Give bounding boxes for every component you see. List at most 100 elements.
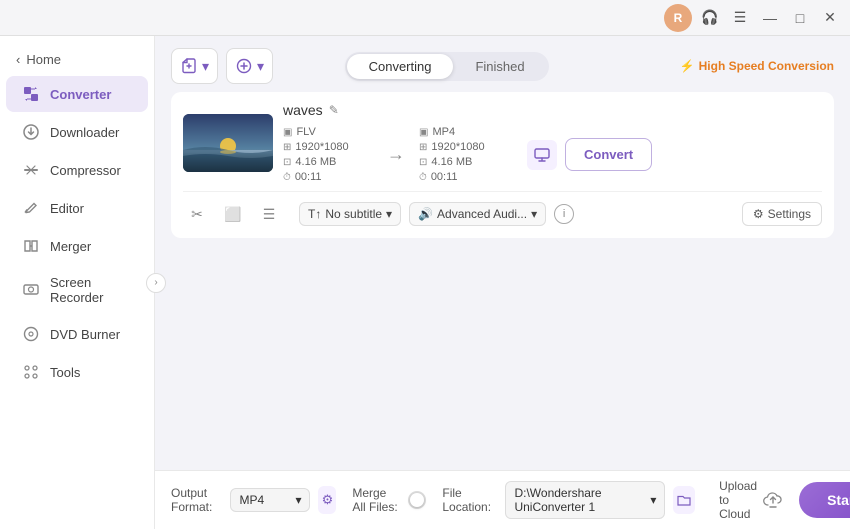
compressor-icon: [22, 161, 40, 179]
sidebar-item-tools[interactable]: Tools: [6, 354, 148, 390]
info-button[interactable]: i: [554, 204, 574, 224]
size-icon: ⊡: [283, 157, 291, 168]
start-all-button[interactable]: Start All: [799, 482, 850, 518]
content-area: ▾ ▾ Converting Finished ⚡ High Speed Con…: [155, 36, 850, 529]
source-resolution: 1920*1080: [295, 141, 348, 153]
add-format-button[interactable]: ▾: [226, 48, 273, 84]
edit-icon[interactable]: ✎: [329, 103, 339, 117]
output-format-label: Output Format:: [171, 486, 222, 514]
sidebar-item-label: Compressor: [50, 163, 121, 178]
sidebar-item-dvd-burner[interactable]: DVD Burner: [6, 316, 148, 352]
audio-icon: 🔊: [418, 207, 433, 221]
cut-icon[interactable]: ✂: [183, 200, 211, 228]
source-size-row: ⊡ 4.16 MB: [283, 156, 373, 168]
tab-converting[interactable]: Converting: [347, 54, 454, 79]
upload-cloud-icon[interactable]: [763, 491, 783, 509]
file-meta-row: ▣ FLV ⊞ 1920*1080 ⊡ 4.16 MB: [283, 126, 822, 183]
settings-label: Settings: [768, 207, 811, 221]
sidebar-item-converter[interactable]: Converter: [6, 76, 148, 112]
target-duration-row: ⏱ 00:11: [419, 171, 509, 183]
output-format-arrow: ▾: [295, 493, 301, 507]
minimize-button[interactable]: —: [758, 6, 782, 30]
merge-label: Merge All Files:: [352, 486, 399, 514]
tools-icon: [22, 363, 40, 381]
target-resolution-row: ⊞ 1920*1080: [419, 141, 509, 153]
sidebar-collapse-button[interactable]: ›: [146, 273, 166, 293]
sidebar-item-screen-recorder[interactable]: Screen Recorder: [6, 266, 148, 314]
source-size: 4.16 MB: [295, 156, 336, 168]
back-icon: ‹: [16, 52, 20, 67]
source-format-row: ▣ FLV: [283, 126, 373, 138]
subtitle-dropdown-arrow: ▾: [386, 207, 392, 221]
sidebar-item-editor[interactable]: Editor: [6, 190, 148, 226]
screen-recorder-icon: [22, 281, 40, 299]
add-buttons: ▾ ▾: [171, 48, 273, 84]
merge-toggle[interactable]: [408, 491, 427, 509]
settings-button[interactable]: ⚙ Settings: [742, 202, 822, 226]
subtitle-select[interactable]: T↑ No subtitle ▾: [299, 202, 401, 226]
audio-value: Advanced Audi...: [437, 207, 527, 221]
output-format-settings-button[interactable]: ⚙: [318, 486, 336, 514]
file-options-row: ✂ ⬜ ☰ T↑ No subtitle ▾ 🔊 Advanced Audi..…: [183, 191, 822, 228]
back-button[interactable]: ‹ Home: [0, 44, 154, 75]
file-list: waves ✎ ▣ FLV ⊞: [155, 92, 850, 470]
tab-switcher: Converting Finished: [345, 52, 549, 81]
file-card: waves ✎ ▣ FLV ⊞: [171, 92, 834, 238]
speed-badge: ⚡ High Speed Conversion: [680, 59, 834, 73]
sidebar-item-merger[interactable]: Merger: [6, 228, 148, 264]
target-format-icon: ▣: [419, 127, 428, 138]
target-resolution-icon: ⊞: [419, 142, 427, 153]
sidebar-item-downloader[interactable]: Downloader: [6, 114, 148, 150]
sidebar-item-label: Merger: [50, 239, 91, 254]
close-button[interactable]: ✕: [818, 6, 842, 30]
sidebar-item-compressor[interactable]: Compressor: [6, 152, 148, 188]
duration-icon: ⏱: [283, 172, 291, 183]
thumbnail-overlay: [183, 152, 273, 172]
speed-label: High Speed Conversion: [699, 59, 834, 73]
merger-icon: [22, 237, 40, 255]
source-format: FLV: [296, 126, 315, 138]
file-location-field: File Location: D:\Wondershare UniConvert…: [442, 481, 695, 519]
merge-field: Merge All Files:: [352, 486, 426, 514]
file-location-value: D:\Wondershare UniConverter 1: [514, 486, 646, 514]
main-layout: ‹ Home Converter Downloader: [0, 36, 850, 529]
downloader-icon: [22, 123, 40, 141]
convert-button[interactable]: Convert: [565, 138, 652, 171]
file-header: waves ✎ ▣ FLV ⊞: [183, 102, 822, 183]
audio-dropdown-arrow: ▾: [531, 207, 537, 221]
settings-gear-icon: ⚙: [753, 207, 764, 221]
tab-finished[interactable]: Finished: [453, 54, 546, 79]
converter-icon: [22, 85, 40, 103]
add-file-button[interactable]: ▾: [171, 48, 218, 84]
output-device-button[interactable]: [527, 140, 557, 170]
source-duration-row: ⏱ 00:11: [283, 171, 373, 183]
user-avatar: R: [664, 4, 692, 32]
audio-select[interactable]: 🔊 Advanced Audi... ▾: [409, 202, 546, 226]
target-size-icon: ⊡: [419, 157, 427, 168]
file-location-arrow: ▾: [650, 493, 656, 507]
dvd-burner-icon: [22, 325, 40, 343]
subtitle-value: No subtitle: [325, 207, 382, 221]
menu-icon[interactable]: ☰: [728, 6, 752, 30]
upload-cloud-field: Upload to Cloud: [719, 479, 783, 521]
file-location-select[interactable]: D:\Wondershare UniConverter 1 ▾: [505, 481, 665, 519]
sidebar-item-label: Downloader: [50, 125, 119, 140]
resolution-icon: ⊞: [283, 142, 291, 153]
target-format-row: ▣ MP4: [419, 126, 509, 138]
sidebar-item-label: Tools: [50, 365, 80, 380]
crop-icon[interactable]: ⬜: [219, 200, 247, 228]
target-duration-icon: ⏱: [419, 172, 427, 183]
editor-icon: [22, 199, 40, 217]
maximize-button[interactable]: □: [788, 6, 812, 30]
browse-folder-button[interactable]: [673, 486, 695, 514]
file-thumbnail: [183, 114, 273, 172]
convert-arrow-icon: →: [379, 144, 413, 165]
output-format-select[interactable]: MP4 ▾: [230, 488, 310, 512]
sidebar-item-label: Screen Recorder: [50, 275, 132, 305]
effects-icon[interactable]: ☰: [255, 200, 283, 228]
target-size-row: ⊡ 4.16 MB: [419, 156, 509, 168]
target-size: 4.16 MB: [431, 156, 472, 168]
file-name: waves: [283, 102, 323, 118]
format-icon: ▣: [283, 127, 292, 138]
headset-icon[interactable]: 🎧: [698, 6, 722, 30]
